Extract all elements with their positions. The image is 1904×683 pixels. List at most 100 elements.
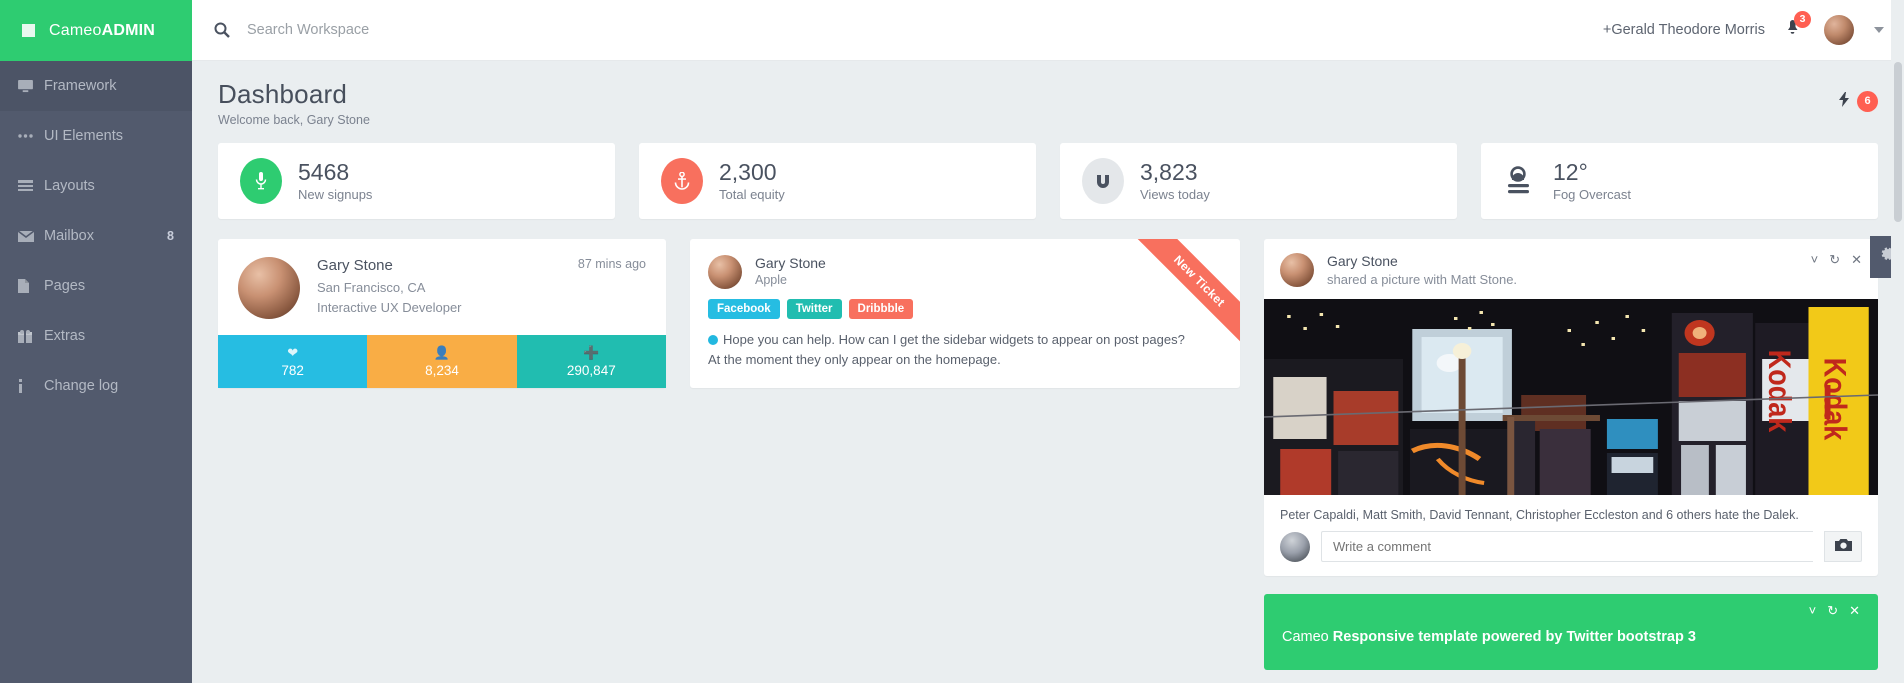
list-icon — [18, 180, 44, 192]
stat-label: Total equity — [719, 187, 785, 203]
ticket-author-org: Apple — [755, 273, 787, 287]
chevron-down-icon[interactable]: ˅ — [1811, 253, 1819, 266]
notification-count-badge: 3 — [1794, 10, 1811, 28]
scrollbar-thumb[interactable] — [1894, 62, 1902, 222]
chevron-down-icon[interactable] — [1874, 27, 1884, 33]
tile-value: 8,234 — [425, 362, 459, 378]
ticket-message: Hope you can help. How can I get the sid… — [708, 332, 1185, 368]
social-column: Gary Stone shared a picture with Matt St… — [1264, 239, 1878, 670]
stat-cards-row: 5468 New signups 2,300 Total equity 3,82… — [192, 133, 1904, 219]
sidebar-item-layouts[interactable]: Layouts — [0, 161, 192, 211]
page-title: Dashboard — [218, 79, 347, 109]
stat-card-weather[interactable]: 12° Fog Overcast — [1481, 143, 1878, 219]
promo-card-tools: ˅ ↻ ✕ — [1282, 604, 1860, 617]
notifications-button[interactable]: 3 — [1785, 10, 1811, 41]
profile-tile-followers[interactable]: 👤 8,234 — [367, 335, 517, 388]
current-user-name[interactable]: +Gerald Theodore Morris — [1603, 22, 1765, 38]
profile-card-header: Gary Stone San Francisco, CA Interactive… — [218, 239, 666, 335]
lightning-bolt-icon[interactable] — [1839, 91, 1850, 112]
sidebar-item-framework[interactable]: Framework — [0, 61, 192, 111]
sidebar-item-extras[interactable]: Extras — [0, 311, 192, 361]
profile-info: Gary Stone San Francisco, CA Interactive… — [317, 257, 462, 319]
magnet-icon — [1082, 158, 1124, 204]
stat-label: New signups — [298, 187, 373, 203]
stat-value: 5468 — [298, 158, 350, 185]
avatar[interactable] — [1824, 15, 1854, 45]
stat-card-total-equity[interactable]: 2,300 Total equity — [639, 143, 1036, 219]
tile-value: 290,847 — [566, 362, 616, 378]
profile-tile-adds[interactable]: ➕ 290,847 — [516, 335, 666, 388]
camera-button[interactable] — [1824, 531, 1862, 562]
social-action-text: shared a picture with Matt Stone. — [1327, 272, 1518, 287]
social-card-tools: ˅ ↻ ✕ — [1811, 253, 1862, 266]
brand-name-light: Cameo — [49, 21, 102, 39]
times-square-night-photo: Kodak Kodak — [1264, 299, 1878, 495]
badge-dribbble[interactable]: Dribbble — [848, 299, 914, 319]
user-icon: 👤 — [433, 344, 451, 360]
page-header-actions: 6 — [1839, 79, 1878, 112]
sidebar-item-ui-elements[interactable]: UI Elements — [0, 111, 192, 161]
social-post-header: Gary Stone shared a picture with Matt St… — [1264, 239, 1878, 299]
stat-card-views-today[interactable]: 3,823 Views today — [1060, 143, 1457, 219]
avatar — [1280, 253, 1314, 287]
promo-text-bold: Responsive template powered by Twitter b… — [1332, 629, 1696, 645]
social-post-author: Gary Stone shared a picture with Matt St… — [1327, 253, 1517, 287]
search-input[interactable] — [247, 22, 667, 38]
stat-label: Views today — [1140, 187, 1210, 203]
profile-role: Interactive UX Developer — [317, 299, 462, 315]
comment-input[interactable] — [1321, 531, 1813, 562]
gift-icon — [18, 329, 44, 343]
sidebar-item-pages[interactable]: Pages — [0, 261, 192, 311]
close-icon[interactable]: ✕ — [1849, 604, 1860, 617]
sidebar-item-label: Layouts — [44, 178, 95, 194]
page-scrollbar[interactable] — [1891, 0, 1904, 683]
sidebar-item-change-log[interactable]: Change log — [0, 361, 192, 411]
search-icon — [214, 22, 230, 38]
page-header: Dashboard Welcome back, Gary Stone 6 — [192, 61, 1904, 133]
sidebar-item-label: Pages — [44, 278, 86, 294]
sidebar-item-label: Extras — [44, 328, 86, 344]
ellipsis-icon — [18, 134, 44, 138]
profile-tile-likes[interactable]: ❤ 782 — [218, 335, 368, 388]
stat-value: 3,823 — [1140, 158, 1198, 185]
badge-facebook[interactable]: Facebook — [708, 299, 780, 319]
ticket-message-wrap: Hope you can help. How can I get the sid… — [708, 330, 1222, 370]
camera-icon — [1834, 538, 1852, 556]
close-icon[interactable]: ✕ — [1851, 253, 1862, 266]
tile-value: 782 — [281, 362, 304, 378]
profile-timestamp: 87 mins ago — [577, 257, 646, 271]
social-post-caption: Peter Capaldi, Matt Smith, David Tennant… — [1280, 508, 1799, 522]
avatar — [1280, 531, 1310, 562]
sidebar-item-badge: 8 — [167, 229, 174, 243]
page-subtitle: Welcome back, Gary Stone — [218, 113, 370, 127]
stat-label: Fog Overcast — [1553, 187, 1632, 203]
heart-icon: ❤ — [287, 344, 299, 360]
envelope-icon — [18, 230, 44, 242]
stat-value: 2,300 — [719, 158, 777, 185]
brand-name-bold: ADMIN — [101, 21, 156, 39]
refresh-icon[interactable]: ↻ — [1827, 604, 1838, 617]
bolt-count-badge: 6 — [1857, 91, 1878, 112]
stat-card-new-signups[interactable]: 5468 New signups — [218, 143, 615, 219]
page-header-text: Dashboard Welcome back, Gary Stone — [218, 79, 370, 127]
info-icon — [18, 379, 44, 393]
sidebar-item-label: Change log — [44, 378, 119, 394]
search-area — [214, 22, 1603, 38]
ticket-header: Gary Stone Apple — [708, 255, 1222, 289]
badge-twitter[interactable]: Twitter — [786, 299, 842, 319]
promo-card: ˅ ↻ ✕ Cameo Responsive template powered … — [1264, 594, 1878, 670]
profile-column: Gary Stone San Francisco, CA Interactive… — [218, 239, 666, 388]
sidebar-item-mailbox[interactable]: Mailbox 8 — [0, 211, 192, 261]
avatar — [708, 255, 742, 289]
square-logo-icon — [22, 24, 35, 37]
brand-logo[interactable]: Cameo ADMIN — [0, 0, 192, 61]
microphone-icon — [240, 158, 282, 204]
promo-text: Cameo Responsive template powered by Twi… — [1282, 629, 1860, 645]
top-bar-right: +Gerald Theodore Morris 3 — [1603, 10, 1884, 45]
widgets-row: Gary Stone San Francisco, CA Interactive… — [192, 219, 1904, 670]
profile-location: San Francisco, CA — [317, 280, 426, 295]
chevron-down-icon[interactable]: ˅ — [1809, 604, 1817, 617]
main-content: +Gerald Theodore Morris 3 Dashboard Welc… — [192, 0, 1904, 683]
sidebar-item-label: Mailbox — [44, 228, 94, 244]
refresh-icon[interactable]: ↻ — [1829, 253, 1840, 266]
